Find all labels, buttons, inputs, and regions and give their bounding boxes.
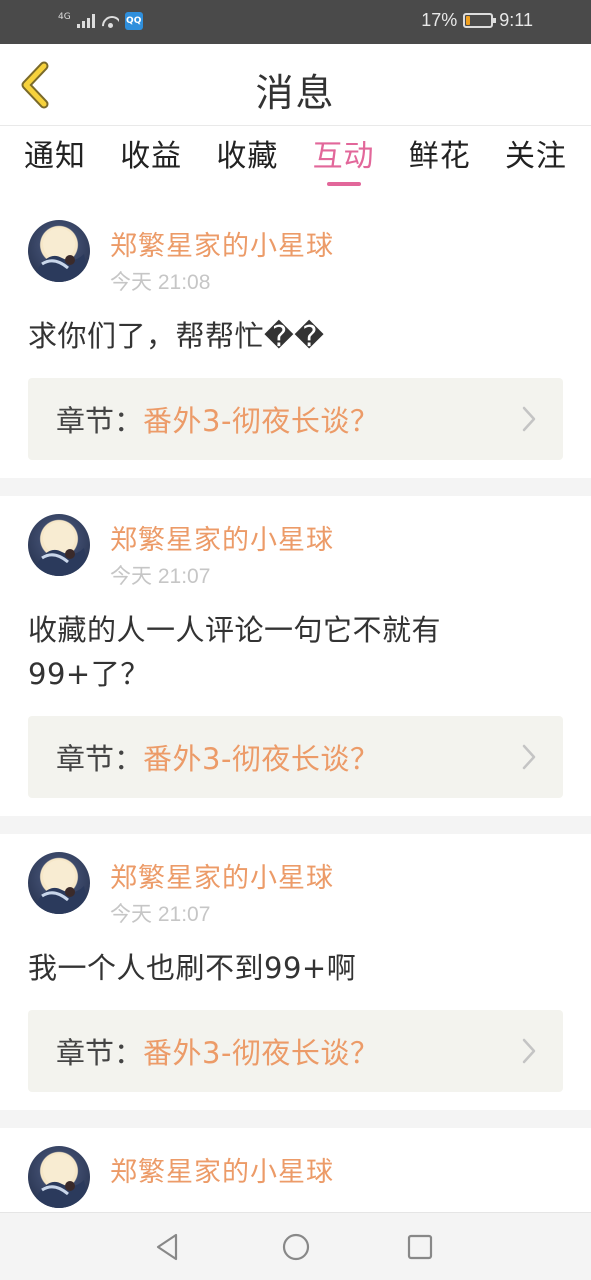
status-bar: 4G QQ 17% 9:11 [0, 0, 591, 44]
chapter-link[interactable]: 章节： 番外3-彻夜长谈？ [28, 378, 563, 460]
avatar[interactable] [28, 220, 90, 282]
author-name[interactable]: 郑繁星家的小星球 [110, 856, 334, 895]
page-title: 消息 [255, 71, 336, 115]
message-card: 郑繁星家的小星球 今天 21:08 求你们了，帮帮忙�� 章节： 番外3-彻夜长… [0, 202, 591, 496]
tab-flowers[interactable]: 鲜花 [409, 126, 471, 202]
tab-following[interactable]: 关注 [505, 126, 567, 202]
tab-bar: 通知 收益 收藏 互动 鲜花 关注 [0, 126, 591, 202]
triangle-back-icon [156, 1233, 178, 1261]
message-header: 郑繁星家的小星球 今天 21:07 [28, 514, 563, 592]
chapter-label: 章节： [56, 1036, 144, 1070]
signal-icon [76, 14, 95, 28]
message-header: 郑繁星家的小星球 今天 21:08 [28, 220, 563, 298]
clock: 9:11 [499, 10, 533, 30]
chevron-right-icon [522, 744, 536, 770]
square-recents-icon [407, 1234, 433, 1260]
chapter-title: 番外3-彻夜长谈？ [143, 404, 380, 438]
message-time: 今天 21:08 [110, 271, 211, 294]
message-header: 郑繁星家的小星球 [28, 1146, 563, 1212]
chevron-right-icon [522, 406, 536, 432]
message-header: 郑繁星家的小星球 今天 21:07 [28, 852, 563, 930]
comment-text: 收藏的人一人评论一句它不就有99+了？ [28, 613, 442, 691]
tab-interactions[interactable]: 互动 [313, 126, 375, 202]
battery-level [466, 16, 471, 25]
chapter-title: 番外3-彻夜长谈？ [143, 1036, 380, 1070]
app-notification-icon: QQ [124, 12, 143, 30]
author-name[interactable]: 郑繁星家的小星球 [110, 1150, 334, 1189]
message-time: 今天 21:07 [110, 565, 211, 588]
system-nav-bar [0, 1212, 591, 1280]
nav-home-button[interactable] [280, 1231, 312, 1263]
message-card: 郑繁星家的小星球 今天 21:07 我一个人也刷不到99+啊 章节： 番外3-彻… [0, 834, 591, 1128]
message-card: 郑繁星家的小星球 今天 21:07 收藏的人一人评论一句它不就有99+了？ 章节… [0, 496, 591, 834]
wifi-icon [101, 14, 119, 28]
network-type: 4G [58, 11, 71, 22]
battery-icon [463, 13, 497, 28]
tab-favorites[interactable]: 收藏 [216, 126, 278, 202]
tab-earnings[interactable]: 收益 [120, 126, 182, 202]
nav-back-button[interactable] [152, 1231, 184, 1263]
chevron-right-icon [522, 1038, 536, 1064]
message-card: 郑繁星家的小星球 [0, 1128, 591, 1212]
author-name[interactable]: 郑繁星家的小星球 [110, 518, 334, 557]
chapter-title: 番外3-彻夜长谈？ [143, 742, 380, 776]
circle-home-icon [282, 1233, 310, 1261]
status-icons-left: 4G QQ [58, 12, 143, 30]
avatar[interactable] [28, 514, 90, 576]
avatar[interactable] [28, 852, 90, 914]
status-icons-right: 17% 9:11 [421, 10, 533, 31]
top-bar: 消息 [0, 44, 591, 126]
chapter-link[interactable]: 章节： 番外3-彻夜长谈？ [28, 1010, 563, 1092]
avatar[interactable] [28, 1146, 90, 1208]
nav-recents-button[interactable] [404, 1231, 436, 1263]
battery-percent: 17% [421, 10, 458, 30]
chapter-link[interactable]: 章节： 番外3-彻夜长谈？ [28, 716, 563, 798]
chapter-label: 章节： [56, 742, 144, 776]
tab-notifications[interactable]: 通知 [24, 126, 86, 202]
comment-text: 求你们了，帮帮忙�� [28, 319, 325, 353]
comment-text: 我一个人也刷不到99+啊 [28, 951, 357, 985]
author-name[interactable]: 郑繁星家的小星球 [110, 224, 334, 263]
message-list[interactable]: 郑繁星家的小星球 今天 21:08 求你们了，帮帮忙�� 章节： 番外3-彻夜长… [0, 202, 591, 1212]
chapter-label: 章节： [56, 404, 144, 438]
message-time: 今天 21:07 [110, 903, 211, 926]
